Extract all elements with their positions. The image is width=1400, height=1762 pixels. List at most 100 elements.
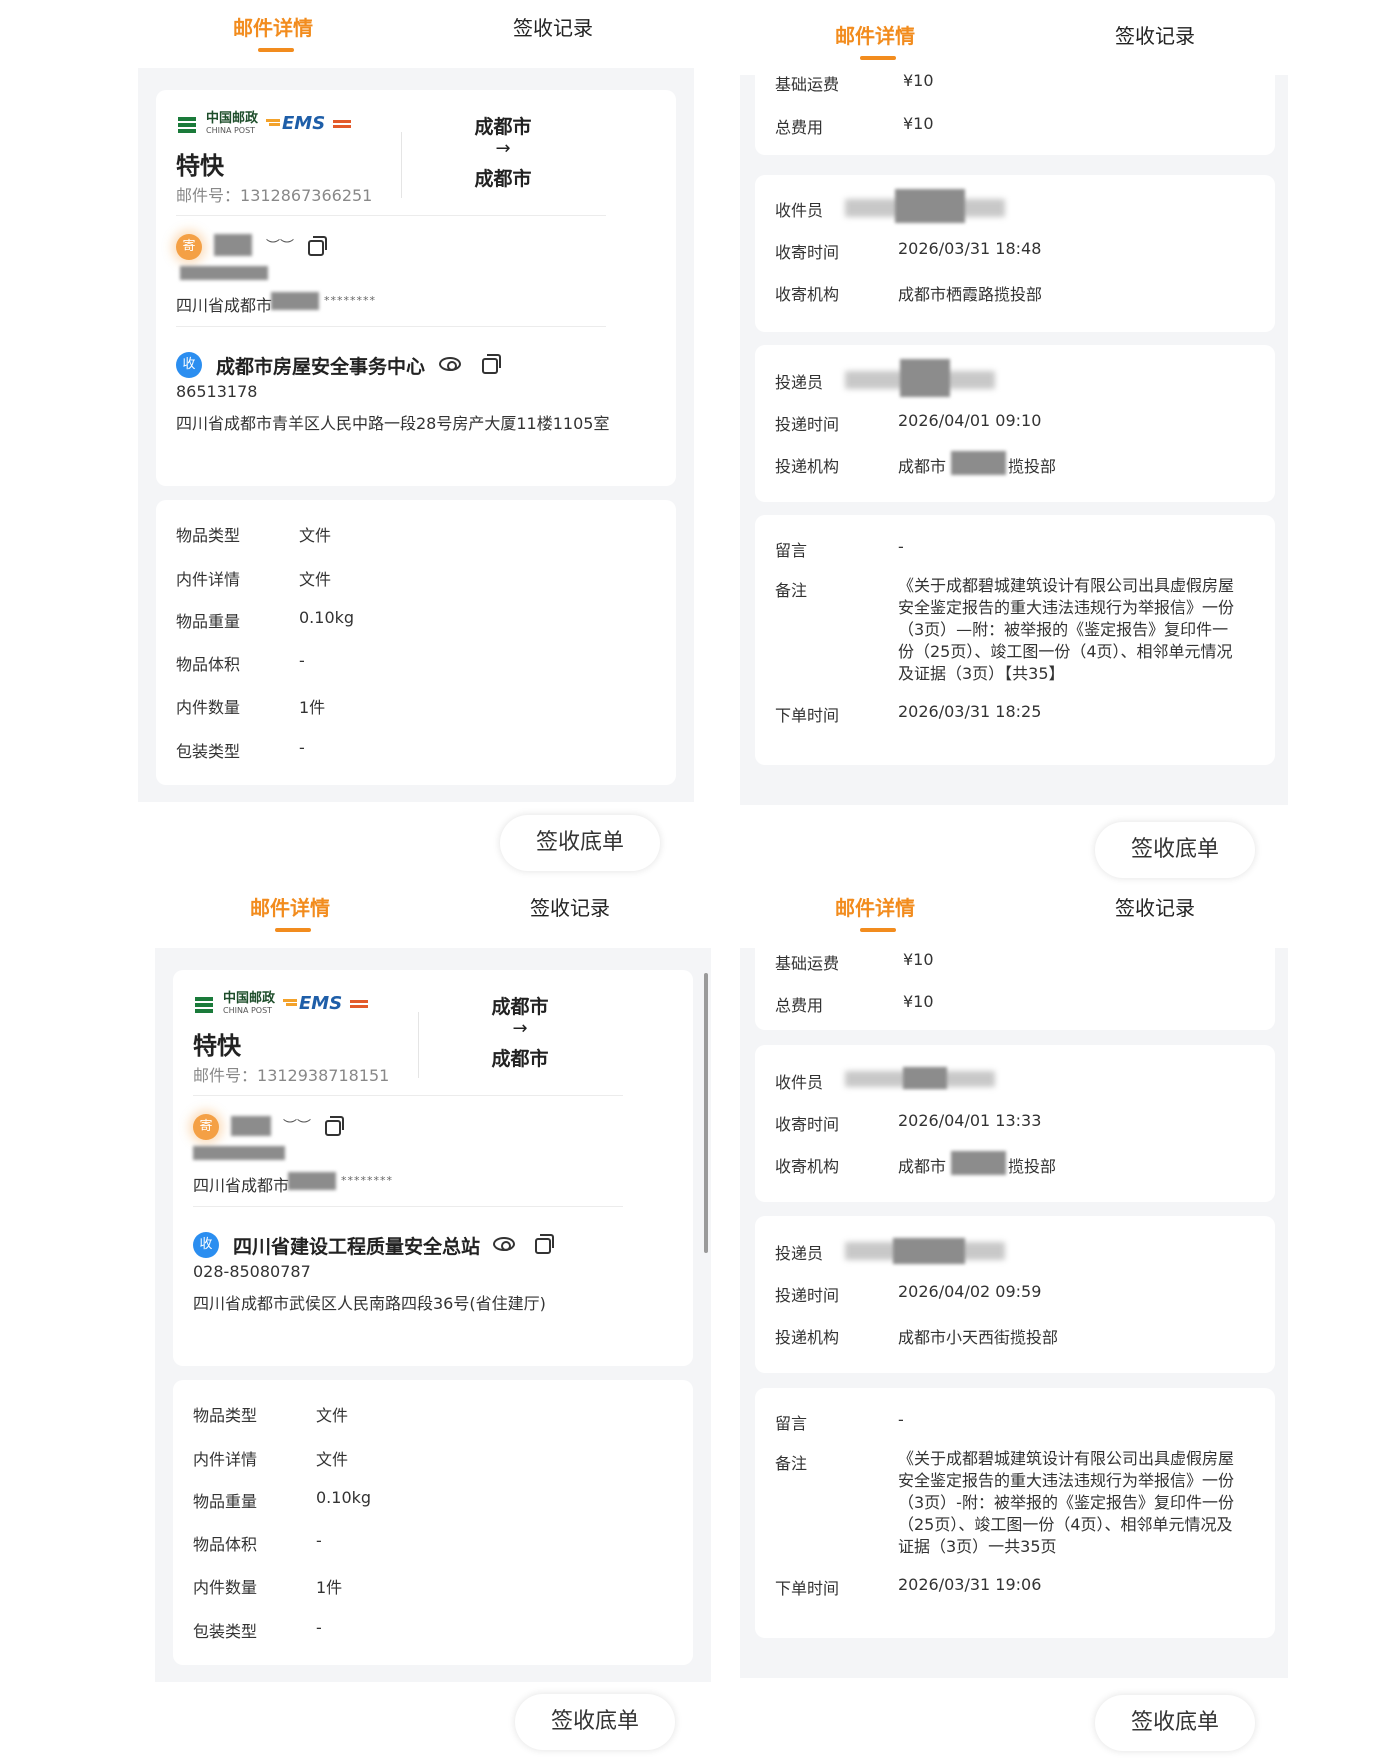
from-city: 成都市 xyxy=(474,116,532,138)
collect-card: 收件员 收寄时间 2026/04/01 13:33 收寄机构 成都市 揽投部 xyxy=(755,1045,1275,1202)
tracking-number[interactable]: 邮件号：1312867366251 xyxy=(176,182,372,206)
route-card: 中国邮政 CHINA POST EMS 特快 邮件号：1312938718151… xyxy=(173,970,693,1366)
value-order-time: 2026/03/31 19:06 xyxy=(898,1575,1042,1594)
label-base-fee: 基础运费 xyxy=(775,954,840,973)
label-volume: 物品体积 xyxy=(176,655,241,674)
value-content-detail: 文件 xyxy=(316,1450,349,1469)
service-type: 特快 xyxy=(176,152,224,180)
tab-sign-records[interactable]: 签收记录 xyxy=(513,12,593,41)
label-message: 留言 xyxy=(775,1414,808,1433)
deliverer-masked xyxy=(893,1238,965,1264)
deliver-card: 投递员 投递时间 2026/04/02 09:59 投递机构 成都市小天西街揽投… xyxy=(755,1216,1275,1373)
china-post-icon xyxy=(193,993,215,1015)
value-remark: 《关于成都碧城建筑设计有限公司出具虚假房屋安全鉴定报告的重大违法违规行为举报信》… xyxy=(898,576,1235,683)
item-info-card: 物品类型 文件 内件详情 文件 物品重量 0.10kg 物品体积 - 内件数量 … xyxy=(156,500,676,785)
copy-icon[interactable] xyxy=(482,354,501,374)
receiver-phone: 86513178 xyxy=(176,382,258,401)
receiver-phone: 028-85080787 xyxy=(193,1262,311,1281)
tab-bar: 邮件详情 签收记录 xyxy=(138,0,698,70)
tab-mail-detail[interactable]: 邮件详情 xyxy=(835,892,915,921)
label-deliver-org: 投递机构 xyxy=(775,1328,840,1347)
value-package: - xyxy=(316,1618,322,1637)
sender-address: 四川省成都市 xyxy=(176,296,273,315)
scrollbar[interactable] xyxy=(704,973,708,1253)
value-message: - xyxy=(898,1410,904,1429)
sign-receipt-button[interactable]: 签收底单 xyxy=(515,1694,675,1750)
eye-closed-icon[interactable]: ︶︶ xyxy=(266,236,294,256)
label-collector: 收件员 xyxy=(775,201,824,220)
value-collect-org-suffix: 揽投部 xyxy=(1008,1157,1057,1176)
sign-receipt-button[interactable]: 签收底单 xyxy=(500,815,660,871)
ems-bars-icon xyxy=(333,119,352,128)
label-weight: 物品重量 xyxy=(176,612,241,631)
value-total-fee: ¥10 xyxy=(903,992,934,1011)
copy-icon[interactable] xyxy=(535,1234,554,1254)
remark-card: 留言 - 备注 《关于成都碧城建筑设计有限公司出具虚假房屋安全鉴定报告的重大违法… xyxy=(755,515,1275,765)
tracking-number[interactable]: 邮件号：1312938718151 xyxy=(193,1062,389,1086)
tab-mail-detail[interactable]: 邮件详情 xyxy=(250,892,330,921)
china-post-en: CHINA POST xyxy=(206,126,256,135)
label-content-detail: 内件详情 xyxy=(176,570,241,589)
value-quantity: 1件 xyxy=(299,698,326,717)
ems-logo: EMS xyxy=(266,113,325,134)
label-deliver-time: 投递时间 xyxy=(775,1286,840,1305)
value-deliver-org-prefix: 成都市 xyxy=(898,457,947,476)
mail-1-detail-view: 邮件详情 签收记录 中国邮政 CHINA POST EMS 特快 邮件号：131… xyxy=(138,0,708,880)
china-post-cn: 中国邮政 xyxy=(206,111,259,126)
tab-mail-detail[interactable]: 邮件详情 xyxy=(835,20,915,49)
sender-address: 四川省成都市 xyxy=(193,1176,290,1195)
label-package: 包装类型 xyxy=(176,742,241,761)
label-total-fee: 总费用 xyxy=(775,118,824,137)
fee-card: 基础运费 ¥10 总费用 ¥10 xyxy=(755,65,1275,155)
from-city: 成都市 xyxy=(491,996,549,1018)
label-message: 留言 xyxy=(775,541,808,560)
sign-receipt-button[interactable]: 签收底单 xyxy=(1095,1695,1255,1751)
eye-icon[interactable] xyxy=(439,357,461,371)
label-quantity: 内件数量 xyxy=(176,698,241,717)
label-collect-time: 收寄时间 xyxy=(775,243,840,262)
label-collector: 收件员 xyxy=(775,1073,824,1092)
sender-badge: 寄 xyxy=(176,234,202,260)
label-item-type: 物品类型 xyxy=(176,526,241,545)
value-deliver-time: 2026/04/02 09:59 xyxy=(898,1282,1042,1301)
sign-receipt-button[interactable]: 签收底单 xyxy=(1095,822,1255,878)
receiver-address: 四川省成都市青羊区人民中路一段28号房产大厦11楼1105室 xyxy=(176,414,610,433)
value-package: - xyxy=(299,738,305,757)
route-arrow-icon: → xyxy=(495,138,511,159)
mail-1-records-view: 邮件详情 签收记录 基础运费 ¥10 总费用 ¥10 收件员 收寄时间 2026… xyxy=(740,0,1310,880)
label-quantity: 内件数量 xyxy=(193,1578,258,1597)
tab-sign-records[interactable]: 签收记录 xyxy=(530,892,610,921)
route-arrow-icon: → xyxy=(512,1018,528,1039)
item-info-card: 物品类型 文件 内件详情 文件 物品重量 0.10kg 物品体积 - 内件数量 … xyxy=(173,1380,693,1665)
deliverer-masked xyxy=(900,359,950,397)
detail-panel: 中国邮政 CHINA POST EMS 特快 邮件号：1312938718151… xyxy=(155,948,711,1682)
copy-icon[interactable] xyxy=(308,236,327,256)
eye-closed-icon[interactable]: ︶︶ xyxy=(283,1116,311,1136)
copy-icon[interactable] xyxy=(325,1116,344,1136)
tab-sign-records[interactable]: 签收记录 xyxy=(1115,892,1195,921)
value-collect-time: 2026/04/01 13:33 xyxy=(898,1111,1042,1130)
receiver-name: 成都市房屋安全事务中心 xyxy=(216,356,426,378)
eye-icon[interactable] xyxy=(493,1237,515,1251)
tab-mail-detail[interactable]: 邮件详情 xyxy=(233,12,313,41)
label-weight: 物品重量 xyxy=(193,1492,258,1511)
collector-masked xyxy=(895,189,965,223)
label-order-time: 下单时间 xyxy=(775,1579,840,1598)
remark-card: 留言 - 备注 《关于成都碧城建筑设计有限公司出具虚假房屋安全鉴定报告的重大违法… xyxy=(755,1388,1275,1638)
records-panel: 基础运费 ¥10 总费用 ¥10 收件员 收寄时间 2026/03/31 18:… xyxy=(740,65,1288,805)
collect-card: 收件员 收寄时间 2026/03/31 18:48 收寄机构 成都市栖霞路揽投部 xyxy=(755,175,1275,332)
label-deliver-time: 投递时间 xyxy=(775,415,840,434)
label-collect-time: 收寄时间 xyxy=(775,1115,840,1134)
value-remark: 《关于成都碧城建筑设计有限公司出具虚假房屋安全鉴定报告的重大违法违规行为举报信》… xyxy=(898,1449,1235,1556)
value-volume: - xyxy=(316,1531,322,1550)
value-base-fee: ¥10 xyxy=(903,950,934,969)
china-post-cn: 中国邮政 xyxy=(223,991,276,1006)
label-package: 包装类型 xyxy=(193,1622,258,1641)
label-deliver-org: 投递机构 xyxy=(775,457,840,476)
records-panel: 基础运费 ¥10 总费用 ¥10 收件员 收寄时间 2026/04/01 13:… xyxy=(740,938,1288,1678)
value-deliver-org: 成都市小天西街揽投部 xyxy=(898,1328,1059,1347)
tab-sign-records[interactable]: 签收记录 xyxy=(1115,20,1195,49)
label-item-type: 物品类型 xyxy=(193,1406,258,1425)
mail-2-records-view: 邮件详情 签收记录 基础运费 ¥10 总费用 ¥10 收件员 收寄时间 2026… xyxy=(740,880,1310,1760)
tab-bar: 邮件详情 签收记录 xyxy=(155,880,715,950)
